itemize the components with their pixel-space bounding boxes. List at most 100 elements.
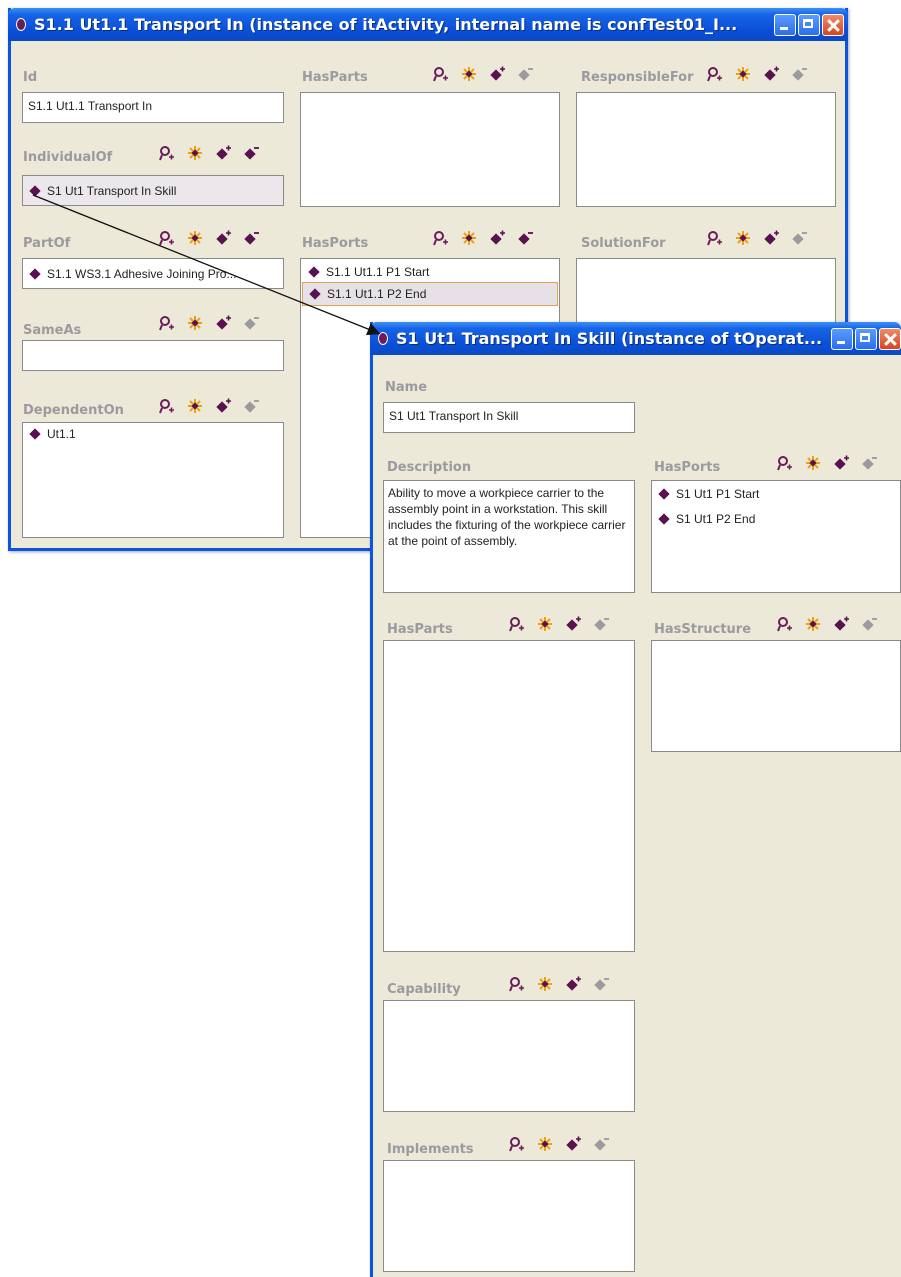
find-instance-icon[interactable] <box>777 455 793 471</box>
remove-instance-icon[interactable] <box>791 66 807 82</box>
find-instance-icon[interactable] <box>433 66 449 82</box>
maximize-button[interactable] <box>798 13 820 36</box>
create-instance-icon[interactable] <box>187 145 203 161</box>
remove-instance-icon[interactable] <box>861 616 877 632</box>
create-instance-icon[interactable] <box>735 230 751 246</box>
minimize-button[interactable] <box>831 327 853 350</box>
window-titlebar[interactable]: S1 Ut1 Transport In Skill (instance of t… <box>370 322 901 355</box>
list-item-label: S1 Ut1 Transport In Skill <box>47 183 177 198</box>
has-ports-label: HasPorts <box>654 460 721 475</box>
list-item[interactable]: Ut1.1 <box>23 423 283 444</box>
add-instance-icon[interactable] <box>833 616 849 632</box>
find-instance-icon[interactable] <box>159 315 175 331</box>
responsible-for-list[interactable] <box>576 92 836 207</box>
create-instance-icon[interactable] <box>187 398 203 414</box>
part-of-toolbar <box>159 230 259 246</box>
create-instance-icon[interactable] <box>187 315 203 331</box>
part-of-list[interactable]: S1.1 WS3.1 Adhesive Joining Pro... <box>22 258 284 289</box>
instance-diamond-icon <box>29 184 41 197</box>
remove-instance-icon[interactable] <box>593 1136 609 1152</box>
close-button[interactable] <box>879 327 901 350</box>
has-parts-toolbar <box>509 616 609 632</box>
list-item-label: Ut1.1 <box>47 426 76 441</box>
add-instance-icon[interactable] <box>215 230 231 246</box>
has-parts-label: HasParts <box>387 622 453 637</box>
find-instance-icon[interactable] <box>707 230 723 246</box>
has-ports-list[interactable]: S1 Ut1 P1 Start S1 Ut1 P2 End <box>651 480 901 593</box>
description-field[interactable]: Ability to move a workpiece carrier to t… <box>383 480 635 593</box>
same-as-field[interactable] <box>22 340 284 371</box>
add-instance-icon[interactable] <box>215 315 231 331</box>
find-instance-icon[interactable] <box>159 230 175 246</box>
remove-instance-icon[interactable] <box>593 616 609 632</box>
add-instance-icon[interactable] <box>215 145 231 161</box>
has-structure-list[interactable] <box>651 640 901 752</box>
find-instance-icon[interactable] <box>433 230 449 246</box>
remove-instance-icon[interactable] <box>243 315 259 331</box>
has-parts-list[interactable] <box>300 92 560 207</box>
add-instance-icon[interactable] <box>215 398 231 414</box>
list-item-selected[interactable]: S1.1 Ut1.1 P2 End <box>302 282 558 306</box>
find-instance-icon[interactable] <box>777 616 793 632</box>
remove-instance-icon[interactable] <box>243 398 259 414</box>
implements-label: Implements <box>387 1142 474 1157</box>
instance-diamond-icon <box>309 288 321 300</box>
remove-instance-icon[interactable] <box>517 230 533 246</box>
add-instance-icon[interactable] <box>565 616 581 632</box>
remove-instance-icon[interactable] <box>791 230 807 246</box>
list-item[interactable]: S1 Ut1 Transport In Skill <box>23 176 283 205</box>
list-item-label: S1 Ut1 P1 Start <box>676 486 760 501</box>
find-instance-icon[interactable] <box>707 66 723 82</box>
add-instance-icon[interactable] <box>763 230 779 246</box>
create-instance-icon[interactable] <box>805 616 821 632</box>
create-instance-icon[interactable] <box>461 66 477 82</box>
find-instance-icon[interactable] <box>159 398 175 414</box>
list-item[interactable]: S1 Ut1 P1 Start <box>652 483 900 504</box>
window-title: S1 Ut1 Transport In Skill (instance of t… <box>396 329 823 348</box>
solution-for-toolbar <box>707 230 807 246</box>
create-instance-icon[interactable] <box>461 230 477 246</box>
minimize-button[interactable] <box>774 13 796 36</box>
individual-of-toolbar <box>159 145 259 161</box>
find-instance-icon[interactable] <box>159 145 175 161</box>
add-instance-icon[interactable] <box>763 66 779 82</box>
remove-instance-icon[interactable] <box>593 976 609 992</box>
create-instance-icon[interactable] <box>537 976 553 992</box>
create-instance-icon[interactable] <box>735 66 751 82</box>
remove-instance-icon[interactable] <box>243 145 259 161</box>
create-instance-icon[interactable] <box>537 1136 553 1152</box>
list-item[interactable]: S1.1 Ut1.1 P1 Start <box>302 261 558 282</box>
dependent-on-list[interactable]: Ut1.1 <box>22 422 284 538</box>
window-titlebar[interactable]: S1.1 Ut1.1 Transport In (instance of itA… <box>8 8 848 41</box>
responsible-for-toolbar <box>707 66 807 82</box>
name-field[interactable]: S1 Ut1 Transport In Skill <box>383 402 635 433</box>
close-button[interactable] <box>822 13 844 36</box>
remove-instance-icon[interactable] <box>861 455 877 471</box>
add-instance-icon[interactable] <box>489 230 505 246</box>
window-icon <box>16 18 26 31</box>
add-instance-icon[interactable] <box>489 66 505 82</box>
list-item[interactable]: S1.1 WS3.1 Adhesive Joining Pro... <box>23 259 283 288</box>
find-instance-icon[interactable] <box>509 1136 525 1152</box>
remove-instance-icon[interactable] <box>243 230 259 246</box>
id-field[interactable]: S1.1 Ut1.1 Transport In <box>22 92 284 123</box>
add-instance-icon[interactable] <box>565 1136 581 1152</box>
create-instance-icon[interactable] <box>805 455 821 471</box>
list-item[interactable]: S1 Ut1 P2 End <box>652 508 900 529</box>
create-instance-icon[interactable] <box>537 616 553 632</box>
find-instance-icon[interactable] <box>509 616 525 632</box>
capability-list[interactable] <box>383 1000 635 1112</box>
individual-of-list[interactable]: S1 Ut1 Transport In Skill <box>22 175 284 206</box>
find-instance-icon[interactable] <box>509 976 525 992</box>
dependent-on-toolbar <box>159 398 259 414</box>
maximize-button[interactable] <box>855 327 877 350</box>
remove-instance-icon[interactable] <box>517 66 533 82</box>
implements-list[interactable] <box>383 1160 635 1272</box>
has-parts-list[interactable] <box>383 640 635 952</box>
list-item-label: S1.1 Ut1.1 P2 End <box>327 287 427 301</box>
add-instance-icon[interactable] <box>565 976 581 992</box>
create-instance-icon[interactable] <box>187 230 203 246</box>
same-as-label: SameAs <box>23 323 82 338</box>
add-instance-icon[interactable] <box>833 455 849 471</box>
capability-label: Capability <box>387 982 461 997</box>
